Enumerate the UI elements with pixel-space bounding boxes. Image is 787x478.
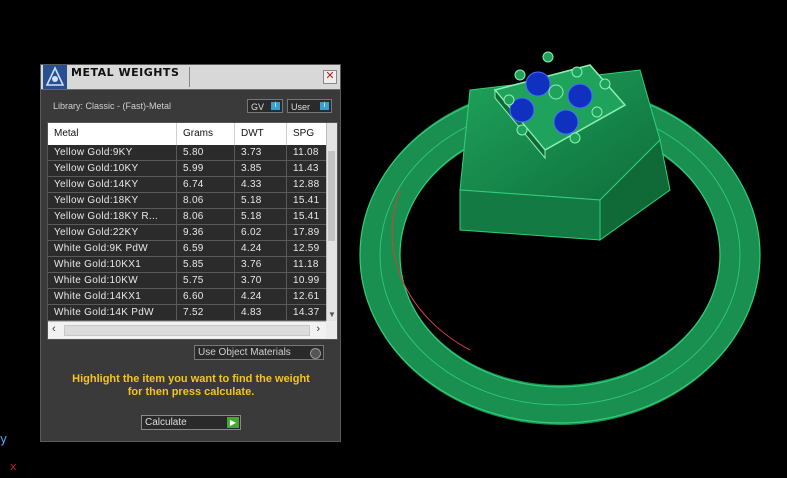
table-row[interactable]: Yellow Gold:18KY 8.06 5.18 15.41 xyxy=(48,193,326,209)
table-row[interactable]: White Gold:10KW 5.75 3.70 10.99 xyxy=(48,273,326,289)
panel-title: METAL WEIGHTS xyxy=(71,66,180,79)
cell-spg: 12.88 xyxy=(293,179,320,190)
header-grams[interactable]: Grams xyxy=(177,123,235,145)
cell-metal: Yellow Gold:18KY R... xyxy=(48,209,177,225)
table-body: Yellow Gold:9KY 5.80 3.73 11.08 Yellow Gold:… xyxy=(48,145,326,321)
horizontal-scroll-thumb[interactable] xyxy=(64,325,310,336)
cell-spg: 17.89 xyxy=(293,227,320,238)
cell-spg: 11.43 xyxy=(293,163,319,174)
axis-y-label: y xyxy=(0,432,8,446)
cell-grams: 5.99 xyxy=(177,161,235,177)
table-row[interactable]: Yellow Gold:9KY 5.80 3.73 11.08 xyxy=(48,145,326,161)
calculate-label: Calculate xyxy=(145,417,187,428)
table-row[interactable]: Yellow Gold:18KY R... 8.06 5.18 15.41 xyxy=(48,209,326,225)
cell-dwt: 3.85 xyxy=(235,161,287,177)
instruction-line-2: for then press calculate. xyxy=(127,386,255,398)
cell-grams: 8.06 xyxy=(177,209,235,225)
cell-dwt: 4.83 xyxy=(235,305,287,321)
title-separator xyxy=(189,67,190,87)
table-row[interactable]: White Gold:14KX1 6.60 4.24 12.61 xyxy=(48,289,326,305)
cell-grams: 9.36 xyxy=(177,225,235,241)
close-icon[interactable]: ✕ xyxy=(323,70,337,84)
table-header: Metal Grams DWT SPG xyxy=(48,123,326,145)
cell-spg: 11.08 xyxy=(293,147,319,158)
cell-metal: White Gold:10KW xyxy=(48,273,177,289)
user-label: User xyxy=(291,102,311,112)
cell-spg: 12.59 xyxy=(293,243,320,254)
header-spg[interactable]: SPG xyxy=(287,123,326,145)
play-arrow-icon: ▶ xyxy=(227,417,239,428)
cell-dwt: 4.24 xyxy=(235,241,287,257)
header-metal[interactable]: Metal xyxy=(48,123,177,145)
radio-icon xyxy=(310,348,321,359)
cell-metal: White Gold:14KX1 xyxy=(48,289,177,305)
scroll-right-icon[interactable]: › xyxy=(316,323,320,335)
cell-grams: 6.60 xyxy=(177,289,235,305)
user-toggle-icon: i xyxy=(320,102,329,110)
cell-dwt: 3.73 xyxy=(235,145,287,161)
scroll-down-icon[interactable]: ▼ xyxy=(328,310,336,319)
gv-dropdown[interactable]: GV i xyxy=(247,99,283,113)
use-object-materials-label: Use Object Materials xyxy=(198,347,291,358)
cell-metal: Yellow Gold:22KY xyxy=(48,225,177,241)
table-row[interactable]: Yellow Gold:14KY 6.74 4.33 12.88 xyxy=(48,177,326,193)
vertical-scroll-thumb[interactable] xyxy=(328,151,335,241)
cell-grams: 5.80 xyxy=(177,145,235,161)
table-row[interactable]: Yellow Gold:22KY 9.36 6.02 17.89 xyxy=(48,225,326,241)
cell-metal: White Gold:14K PdW xyxy=(48,305,177,321)
cell-dwt: 6.02 xyxy=(235,225,287,241)
cell-dwt: 3.70 xyxy=(235,273,287,289)
instruction-line-1: Highlight the item you want to find the … xyxy=(72,373,310,385)
metal-table: Metal Grams DWT SPG Yellow Gold:9KY 5.80 3… xyxy=(47,122,338,340)
cell-metal: Yellow Gold:9KY xyxy=(48,145,177,161)
cell-grams: 7.52 xyxy=(177,305,235,321)
cell-spg: 10.99 xyxy=(293,275,320,286)
cell-spg: 11.18 xyxy=(293,259,319,270)
cell-spg: 14.37 xyxy=(293,307,320,318)
cell-metal: Yellow Gold:14KY xyxy=(48,177,177,193)
cell-grams: 6.59 xyxy=(177,241,235,257)
library-label: Library: Classic - (Fast)-Metal xyxy=(53,101,172,111)
user-dropdown[interactable]: User i xyxy=(287,99,332,113)
scroll-left-icon[interactable]: ‹ xyxy=(52,323,56,335)
cell-dwt: 5.18 xyxy=(235,193,287,209)
cell-dwt: 5.18 xyxy=(235,209,287,225)
vertical-scrollbar[interactable]: ▼ xyxy=(326,123,337,321)
panel-titlebar[interactable]: METAL WEIGHTS ✕ xyxy=(41,65,340,90)
use-object-materials-toggle[interactable]: Use Object Materials xyxy=(194,345,324,360)
gv-label: GV xyxy=(251,102,265,112)
instruction-text: Highlight the item you want to find the … xyxy=(51,373,331,399)
metal-weights-panel: METAL WEIGHTS ✕ Library: Classic - (Fast… xyxy=(40,64,341,442)
cell-grams: 6.74 xyxy=(177,177,235,193)
cell-dwt: 3.76 xyxy=(235,257,287,273)
cell-grams: 8.06 xyxy=(177,193,235,209)
table-row[interactable]: White Gold:14K PdW 7.52 4.83 14.37 xyxy=(48,305,326,321)
header-dwt[interactable]: DWT xyxy=(235,123,287,145)
cell-dwt: 4.24 xyxy=(235,289,287,305)
cell-metal: White Gold:10KX1 xyxy=(48,257,177,273)
cell-metal: Yellow Gold:18KY xyxy=(48,193,177,209)
horizontal-scrollbar[interactable]: ‹ › xyxy=(48,321,326,338)
table-row[interactable]: White Gold:9K PdW 6.59 4.24 12.59 xyxy=(48,241,326,257)
cell-spg: 15.41 xyxy=(293,195,320,206)
app-logo-icon xyxy=(43,65,67,89)
table-row[interactable]: White Gold:10KX1 5.85 3.76 11.18 xyxy=(48,257,326,273)
cell-metal: White Gold:9K PdW xyxy=(48,241,177,257)
axis-x-label: x xyxy=(10,460,17,473)
calculate-button[interactable]: Calculate ▶ xyxy=(141,415,241,430)
cell-metal: Yellow Gold:10KY xyxy=(48,161,177,177)
cell-grams: 5.75 xyxy=(177,273,235,289)
gv-toggle-icon: i xyxy=(271,102,280,110)
cell-dwt: 4.33 xyxy=(235,177,287,193)
cell-spg: 15.41 xyxy=(293,211,320,222)
cell-spg: 12.61 xyxy=(293,291,320,302)
table-row[interactable]: Yellow Gold:10KY 5.99 3.85 11.43 xyxy=(48,161,326,177)
cell-grams: 5.85 xyxy=(177,257,235,273)
